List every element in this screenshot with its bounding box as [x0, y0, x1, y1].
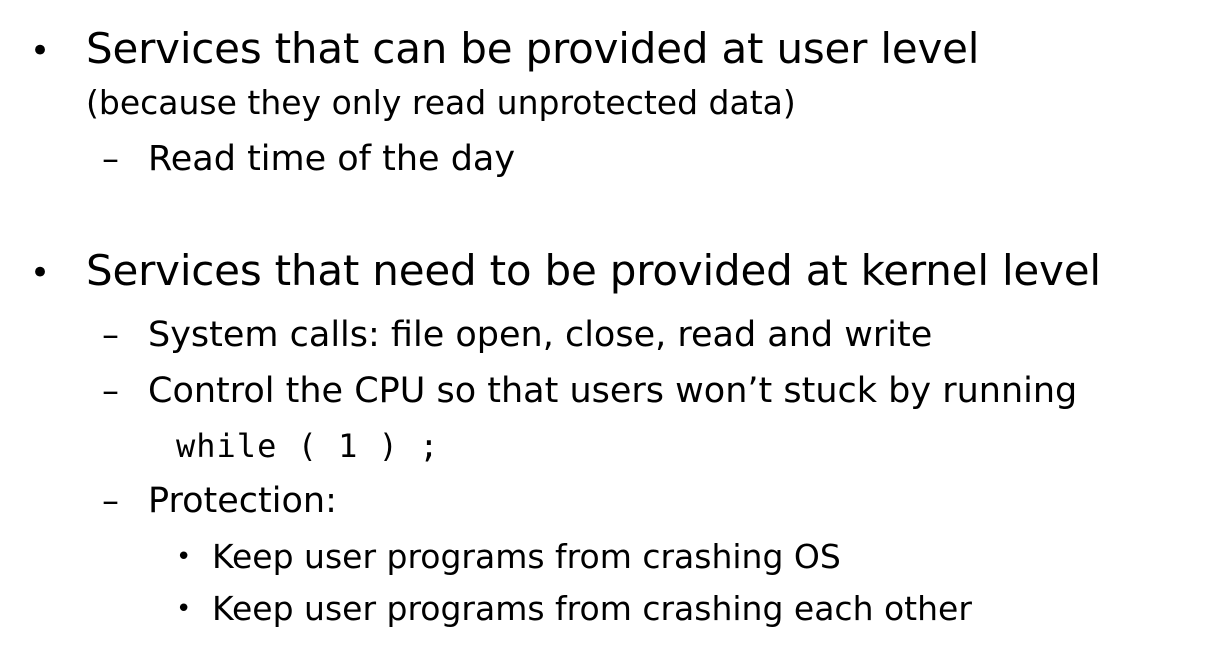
section2-item-protection: Protection: [148, 481, 337, 521]
sub-bullet-marker: • [176, 542, 192, 572]
section2-item-control-cpu: Control the CPU so that users won’t stuc… [148, 371, 1078, 411]
dash-marker: – [102, 481, 119, 521]
dash-marker: – [102, 371, 119, 411]
section2-item-system-calls: System calls: file open, close, read and… [148, 315, 933, 355]
dash-marker: – [102, 139, 119, 179]
section2-heading: Services that need to be provided at ker… [86, 246, 1101, 295]
section1-item-read-time: Read time of the day [148, 139, 516, 179]
code-snippet: while ( 1 ) ; [176, 427, 440, 465]
bullet-marker: • [30, 253, 51, 293]
section1-subheading: (because they only read unprotected data… [86, 83, 796, 122]
protection-item-crash-each-other: Keep user programs from crashing each ot… [212, 589, 972, 628]
bullet-marker: • [30, 31, 51, 71]
sub-bullet-marker: • [176, 594, 192, 624]
slide: • Services that can be provided at user … [0, 0, 1210, 666]
dash-marker: – [102, 315, 119, 355]
protection-item-crash-os: Keep user programs from crashing OS [212, 537, 841, 576]
section1-heading: Services that can be provided at user le… [86, 24, 980, 73]
